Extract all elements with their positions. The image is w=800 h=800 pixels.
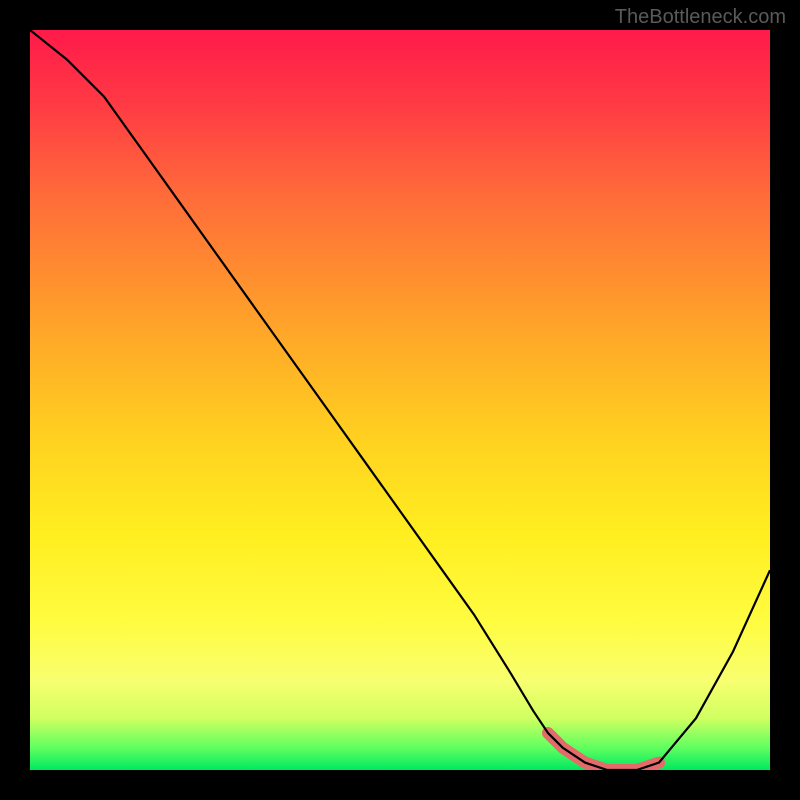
chart-plot-area [30, 30, 770, 770]
bottleneck-curve-line [30, 30, 770, 770]
watermark-text: TheBottleneck.com [615, 6, 786, 29]
optimal-zone-highlight [548, 733, 659, 770]
chart-svg [30, 30, 770, 770]
